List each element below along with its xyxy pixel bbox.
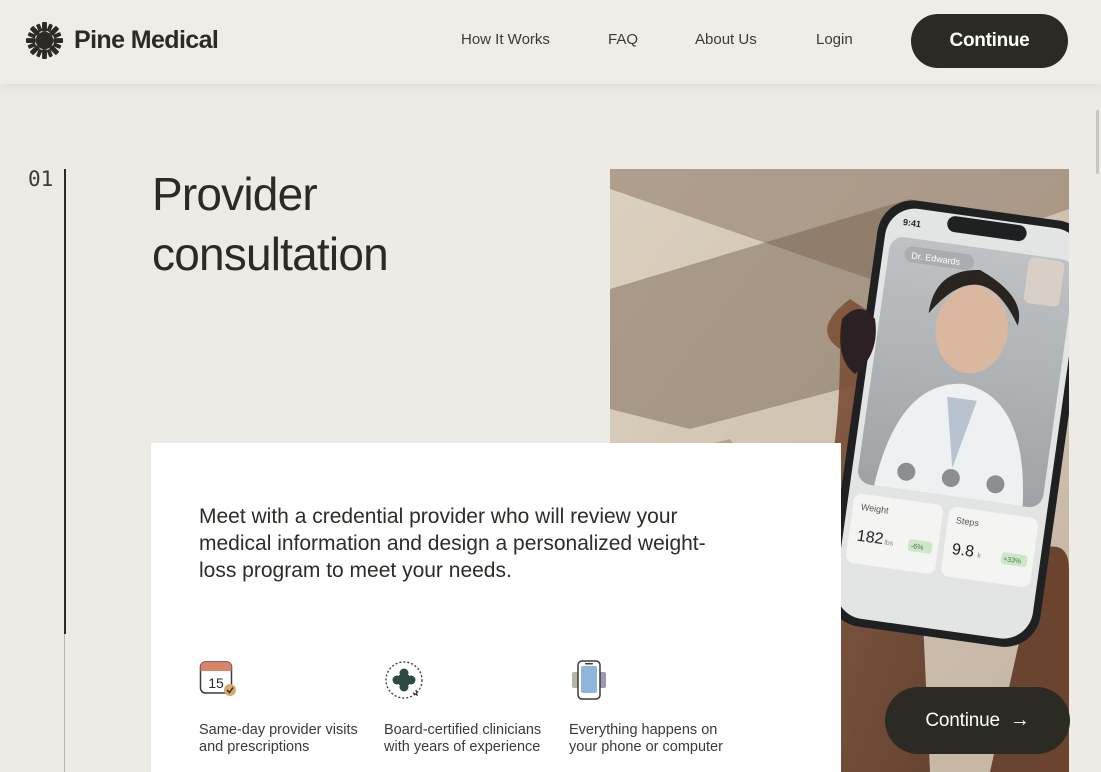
svg-text:15: 15	[208, 675, 224, 691]
arrow-right-icon: →	[1009, 709, 1030, 731]
step-progress-line	[64, 169, 66, 634]
nav-login[interactable]: Login	[816, 31, 853, 48]
floating-continue-label: Continue	[925, 709, 1000, 731]
weight-unit: lbs	[884, 539, 894, 547]
feature-phone-or-computer: Everything happens on your phone or comp…	[569, 660, 749, 756]
floating-continue-button[interactable]: Continue →	[885, 687, 1070, 754]
feature-same-day: 15 Same-day provider visits and prescrip…	[199, 660, 379, 756]
brand-name: Pine Medical	[74, 26, 219, 54]
steps-value: 9.8	[951, 541, 975, 561]
feature-text: Everything happens on your phone or comp…	[569, 722, 723, 755]
logo[interactable]: Pine Medical	[25, 21, 219, 60]
site-header: Pine Medical How It Works FAQ About Us L…	[0, 0, 1101, 84]
phone-icon	[572, 660, 606, 700]
feature-text: Board-certified clinicians with years of…	[384, 722, 542, 755]
nav-about-us[interactable]: About Us	[695, 31, 757, 48]
step-card: Meet with a credential provider who will…	[151, 443, 841, 772]
step-description: Meet with a credential provider who will…	[199, 505, 706, 582]
feature-text: Same-day provider visits and prescriptio…	[199, 722, 358, 755]
step-title: Provider consultation	[152, 168, 389, 280]
step-line-divider	[64, 634, 65, 772]
feature-board-certified: Board-certified clinicians with years of…	[384, 660, 564, 756]
continue-button[interactable]: Continue	[911, 14, 1068, 68]
scrollbar[interactable]	[1095, 84, 1101, 772]
calendar-icon: 15	[199, 661, 236, 696]
nav-faq[interactable]: FAQ	[608, 31, 638, 48]
pine-logo-icon	[25, 21, 64, 60]
medical-cross-icon	[385, 661, 423, 699]
step-number: 01	[28, 167, 54, 191]
scrollbar-thumb[interactable]	[1096, 110, 1099, 174]
nav-how-it-works[interactable]: How It Works	[461, 31, 550, 48]
